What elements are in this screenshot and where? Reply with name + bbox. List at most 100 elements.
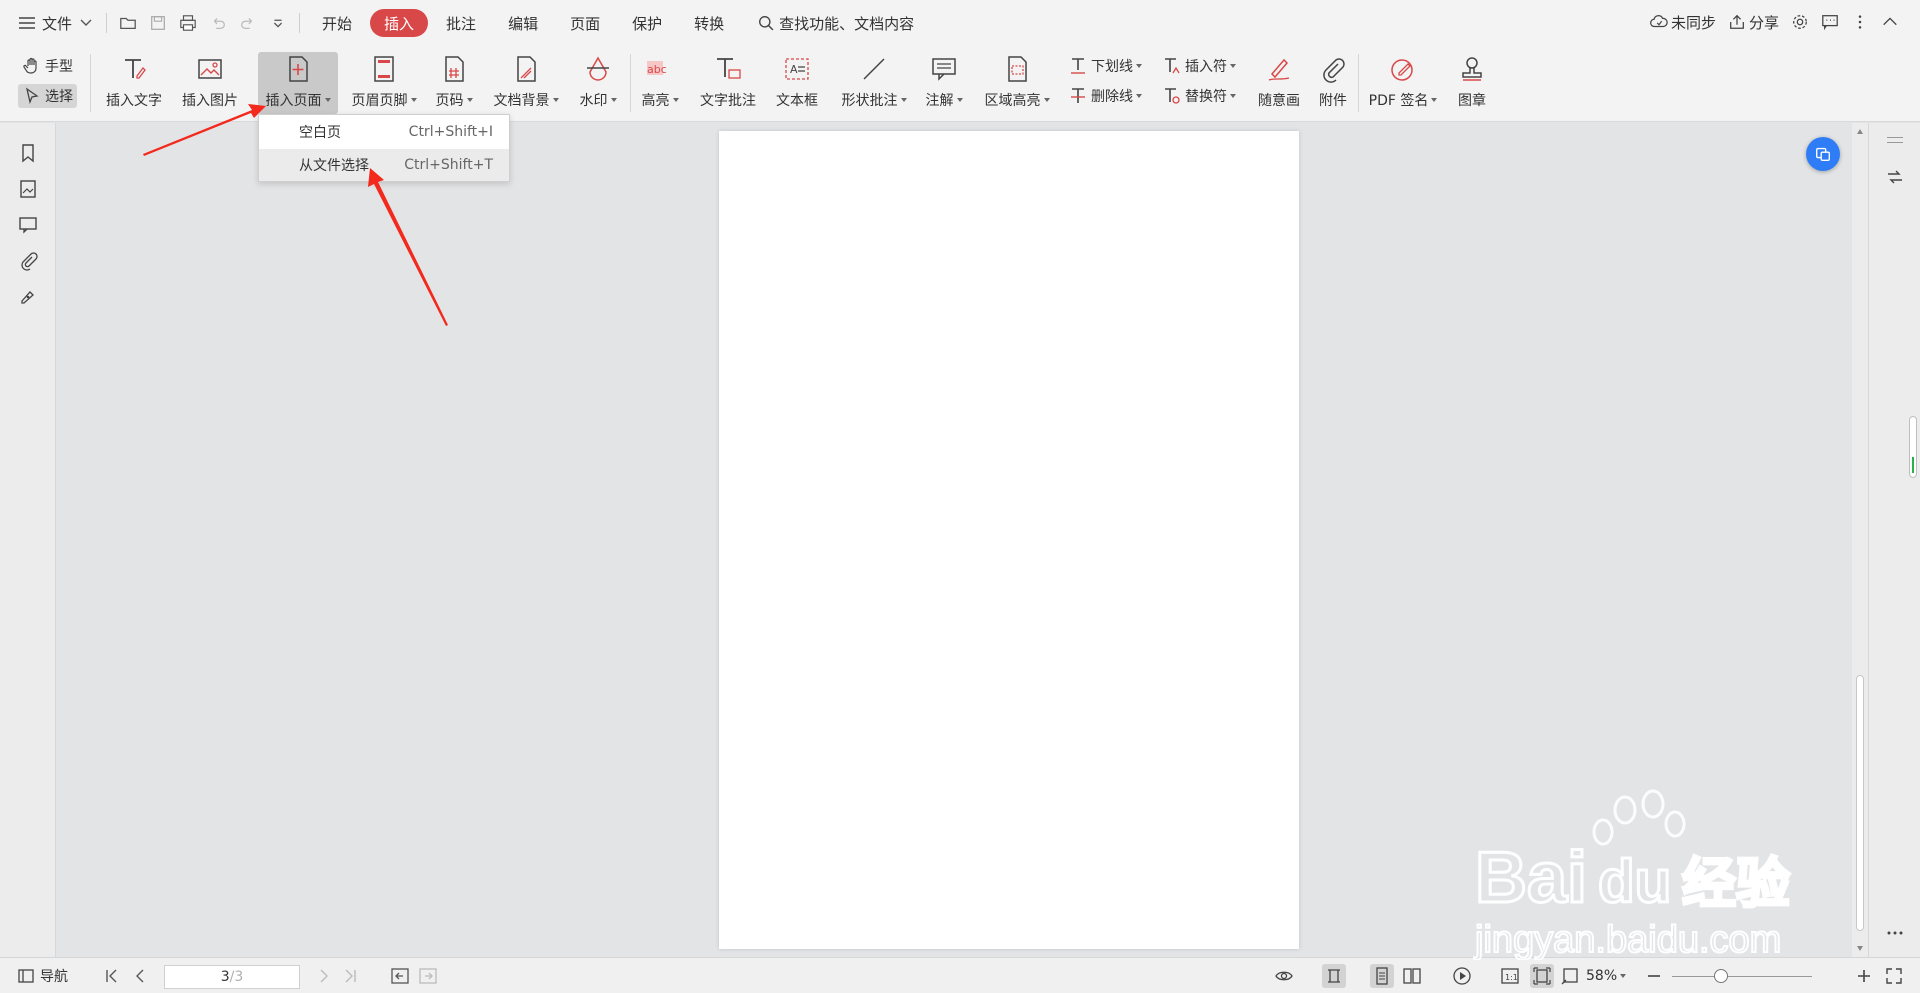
forward-view-icon[interactable] (418, 964, 438, 988)
zoom-out-icon[interactable] (1644, 964, 1664, 988)
select-tool-label: 选择 (45, 89, 73, 105)
attachment-icon[interactable] (16, 249, 40, 273)
dropdown-caret-icon (410, 98, 417, 102)
underline-button[interactable]: 下划线 (1064, 54, 1146, 78)
convert-icon[interactable] (1883, 165, 1907, 189)
replace-mark-button[interactable]: 替换符 (1158, 84, 1240, 108)
insert-text-button[interactable]: 插入文字 (100, 52, 168, 114)
signature-pen-icon[interactable] (16, 285, 40, 309)
floating-translate-button[interactable] (1806, 137, 1840, 171)
open-folder-icon[interactable] (115, 10, 141, 36)
print-icon[interactable] (175, 10, 201, 36)
freehand-button[interactable]: 随意画 (1252, 52, 1306, 114)
message-icon[interactable] (1818, 8, 1842, 36)
fit-width-icon[interactable] (1560, 964, 1580, 988)
document-canvas[interactable] (57, 123, 1852, 957)
redo-icon[interactable] (235, 10, 261, 36)
bookmark-icon[interactable] (16, 141, 40, 165)
area-highlight-button[interactable]: 区域高亮 (978, 52, 1056, 114)
zoom-slider-track[interactable] (1672, 976, 1812, 977)
sync-button[interactable]: 未同步 (1647, 8, 1719, 36)
search-box[interactable]: 查找功能、文档内容 (758, 13, 914, 34)
fullscreen-icon[interactable] (1884, 964, 1904, 988)
insert-page-button[interactable]: 插入页面 (258, 52, 338, 114)
zoom-in-icon[interactable] (1854, 964, 1874, 988)
prev-page-icon[interactable] (130, 964, 150, 988)
play-slideshow-icon[interactable] (1452, 964, 1472, 988)
strikethrough-button[interactable]: 删除线 (1064, 84, 1146, 108)
header-footer-button[interactable]: 页眉页脚 (346, 52, 422, 114)
back-view-icon[interactable] (390, 964, 410, 988)
share-button[interactable]: 分享 (1725, 8, 1782, 36)
search-icon (758, 15, 779, 32)
doc-background-button[interactable]: 文档背景 (488, 52, 564, 114)
watermark-button[interactable]: 水印 (574, 52, 622, 114)
scroll-thumb[interactable] (1856, 675, 1864, 931)
annotation-button[interactable]: 注解 (920, 52, 968, 114)
menu-item-blank-page[interactable]: 空白页 Ctrl+Shift+I (259, 116, 509, 148)
tab-page[interactable]: 页面 (556, 9, 614, 37)
tab-start[interactable]: 开始 (308, 9, 366, 37)
divider (1887, 142, 1903, 143)
last-page-icon[interactable] (340, 964, 360, 988)
text-box-label: 文本框 (776, 93, 818, 109)
page-number-input[interactable]: 3/3 (164, 965, 300, 989)
shape-comment-button[interactable]: 形状批注 (834, 52, 914, 114)
attachment-button[interactable]: 附件 (1312, 52, 1354, 114)
text-box-button[interactable]: A 文本框 (772, 52, 822, 114)
side-panel-handle[interactable] (1909, 416, 1917, 478)
dropdown-caret-icon (956, 98, 963, 102)
note-bubble-icon (929, 52, 959, 86)
dropdown-caret-icon (610, 98, 617, 102)
zoom-level: 58% (1586, 968, 1618, 984)
quick-access-more-icon[interactable] (265, 10, 291, 36)
insert-image-button[interactable]: 插入图片 (176, 52, 244, 114)
underline-icon (1068, 56, 1091, 76)
insert-mark-button[interactable]: 插入符 (1158, 54, 1240, 78)
comment-icon[interactable] (16, 213, 40, 237)
ribbon-toolbar: 手型 选择 插入文字 插入图片 插入页面 页眉页脚 页码 文档背景 水印 abc… (0, 46, 1920, 122)
more-vertical-icon[interactable] (1848, 8, 1872, 36)
save-icon[interactable] (145, 10, 171, 36)
pen-draw-icon (1264, 52, 1294, 86)
zoom-level-select[interactable]: 58% (1586, 964, 1627, 988)
actual-size-icon[interactable]: 1:1 (1500, 964, 1520, 988)
single-page-view-icon[interactable] (1322, 964, 1346, 988)
scroll-up-icon[interactable] (1857, 129, 1863, 134)
first-page-icon[interactable] (102, 964, 122, 988)
tab-edit[interactable]: 编辑 (494, 9, 552, 37)
insert-text-icon (119, 52, 149, 86)
collapse-ribbon-icon[interactable] (1878, 8, 1902, 36)
page-number-button[interactable]: 页码 (430, 52, 478, 114)
two-page-view-icon[interactable] (1402, 964, 1422, 988)
tab-protect[interactable]: 保护 (618, 9, 676, 37)
hand-tool[interactable]: 手型 (18, 54, 77, 78)
divider (1358, 54, 1359, 112)
continuous-view-icon[interactable] (1370, 964, 1394, 988)
scroll-down-icon[interactable] (1857, 946, 1863, 951)
menu-item-from-file[interactable]: 从文件选择 Ctrl+Shift+T (259, 149, 509, 181)
next-page-icon[interactable] (314, 964, 334, 988)
settings-gear-icon[interactable] (1788, 8, 1812, 36)
file-menu[interactable]: 文件 (10, 8, 100, 38)
tab-insert[interactable]: 插入 (370, 9, 429, 37)
navigation-button[interactable]: 导航 (16, 964, 68, 988)
pdf-sign-button[interactable]: PDF 签名 (1364, 52, 1442, 114)
stamp-button[interactable]: 图章 (1450, 52, 1494, 114)
more-horizontal-icon[interactable] (1883, 921, 1907, 945)
thumbnail-icon[interactable] (16, 177, 40, 201)
undo-icon[interactable] (205, 10, 231, 36)
underline-label: 下划线 (1091, 59, 1133, 75)
page-number-label: 页码 (435, 93, 464, 109)
fit-page-icon[interactable] (1530, 964, 1554, 988)
tab-comment[interactable]: 批注 (432, 9, 490, 37)
zoom-slider-knob[interactable] (1714, 969, 1728, 983)
pdf-sign-label: PDF 签名 (1368, 93, 1429, 109)
pdf-page[interactable] (719, 131, 1299, 949)
vertical-scrollbar[interactable] (1852, 123, 1868, 957)
text-comment-button[interactable]: 文字批注 (692, 52, 764, 114)
select-tool[interactable]: 选择 (18, 84, 77, 108)
eye-protection-icon[interactable] (1274, 964, 1294, 988)
tab-convert[interactable]: 转换 (680, 9, 738, 37)
highlight-button[interactable]: abc 高亮 (636, 52, 684, 114)
